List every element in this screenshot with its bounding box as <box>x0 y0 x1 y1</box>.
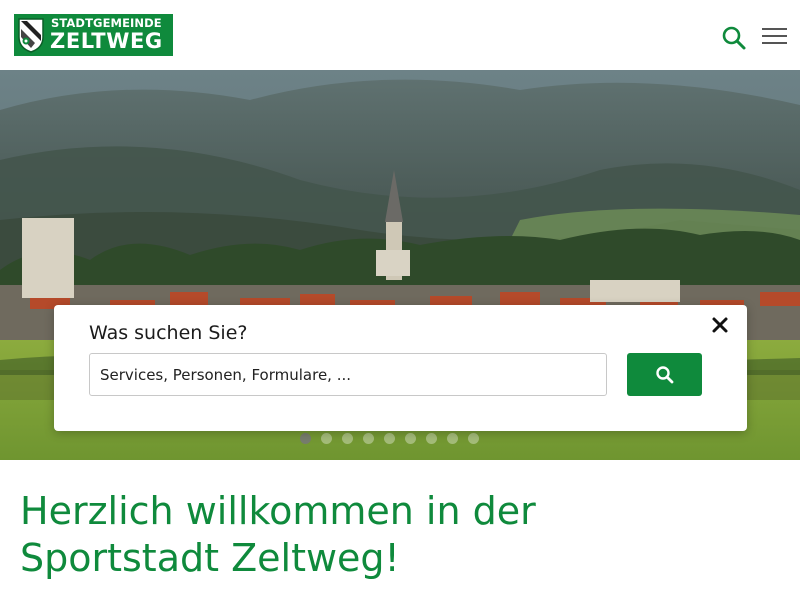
carousel-dots <box>300 433 479 444</box>
carousel-dot[interactable] <box>447 433 458 444</box>
search-icon <box>722 26 746 50</box>
welcome-line1: Herzlich willkommen in der <box>20 489 536 533</box>
carousel-dot[interactable] <box>342 433 353 444</box>
hamburger-menu-icon <box>762 28 787 44</box>
search-panel: Was suchen Sie? <box>54 305 747 431</box>
close-icon <box>712 317 728 333</box>
welcome-line2: Sportstadt Zeltweg! <box>20 536 400 580</box>
search-submit-button[interactable] <box>627 353 702 396</box>
page-title: Herzlich willkommen in der Sportstadt Ze… <box>20 488 720 582</box>
carousel-dot[interactable] <box>405 433 416 444</box>
header-search-button[interactable] <box>720 24 748 52</box>
carousel-dot[interactable] <box>363 433 374 444</box>
search-close-button[interactable] <box>709 314 731 336</box>
search-icon <box>655 365 673 383</box>
carousel-dot[interactable] <box>426 433 437 444</box>
search-title: Was suchen Sie? <box>89 322 248 344</box>
main-menu-button[interactable] <box>760 24 790 50</box>
carousel-dot[interactable] <box>384 433 395 444</box>
site-logo[interactable]: STADTGEMEINDE ZELTWEG <box>14 14 173 56</box>
logo-line2: ZELTWEG <box>50 28 163 53</box>
site-header: STADTGEMEINDE ZELTWEG <box>0 0 800 70</box>
coat-of-arms-icon <box>14 14 48 56</box>
carousel-dot[interactable] <box>300 433 311 444</box>
carousel-dot[interactable] <box>321 433 332 444</box>
search-input[interactable] <box>89 353 607 396</box>
carousel-dot[interactable] <box>468 433 479 444</box>
